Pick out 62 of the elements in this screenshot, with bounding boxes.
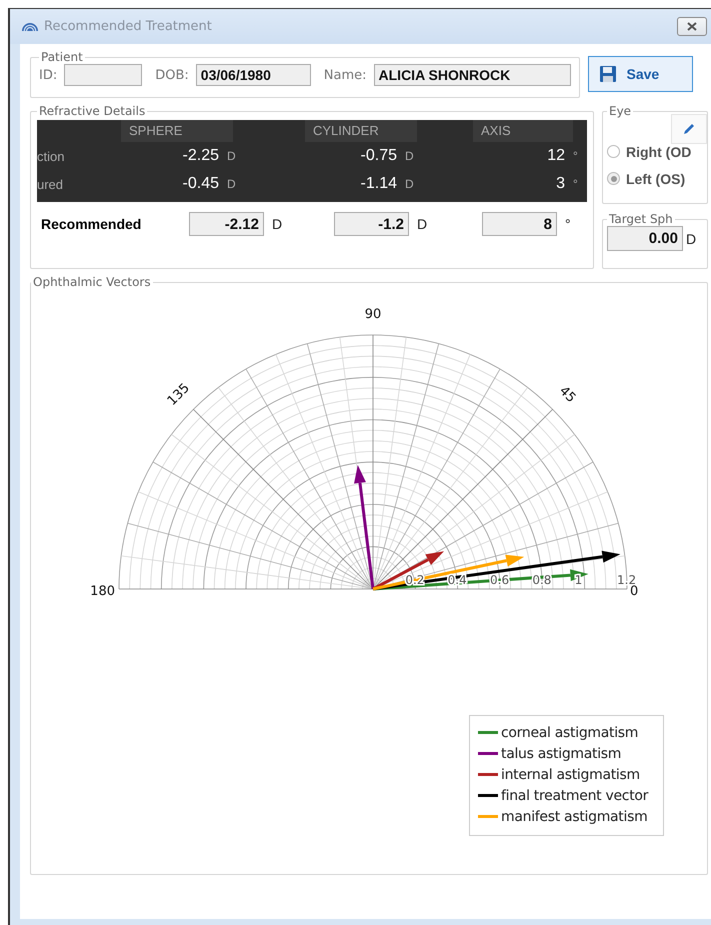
input-field[interactable]: -1.2 <box>334 212 409 236</box>
legend-label: corneal astigmatism <box>501 724 638 740</box>
pencil-icon <box>682 122 696 136</box>
table-cell: 3 <box>556 175 565 193</box>
row-label: ction <box>37 148 66 164</box>
legend-label: final treatment vector <box>501 788 648 804</box>
field-label: DOB: <box>155 68 189 82</box>
row-label: ured <box>37 176 64 192</box>
tick-label: 0.6 <box>490 573 510 587</box>
tick-label: 0 <box>630 584 638 599</box>
table-cell: -0.45 <box>182 175 219 193</box>
unit-label: D <box>686 230 696 246</box>
tick-label: 90 <box>364 306 382 322</box>
column-header: AXIS <box>473 120 573 142</box>
input-field[interactable]: 8 <box>482 212 557 236</box>
window-title: Recommended Treatment <box>44 19 213 34</box>
unit-label: ° <box>573 149 579 163</box>
unit-label: D <box>405 149 415 163</box>
tick-label: 0.2 <box>405 573 424 587</box>
column-header: SPHERE <box>121 120 233 142</box>
save-button[interactable]: Save <box>588 56 693 92</box>
recommended-label: Recommended <box>40 216 142 232</box>
unit-label: ° <box>573 177 579 191</box>
radio-option[interactable]: Right (OD <box>607 138 703 165</box>
table-cell: -1.14 <box>360 175 397 193</box>
edit-button[interactable] <box>671 114 707 144</box>
unit-label: D <box>405 177 415 191</box>
table-cell: -0.75 <box>360 147 397 165</box>
radio-button[interactable] <box>607 172 620 185</box>
legend-label: talus astigmatism <box>501 746 622 762</box>
unit-label: D <box>227 177 237 191</box>
table-cell: 12 <box>547 147 565 165</box>
radio-button[interactable] <box>607 145 620 158</box>
field-label: ID: <box>39 68 58 82</box>
tick-label: 135 <box>164 380 193 409</box>
input-field[interactable]: ALICIA SHONROCK <box>374 64 571 86</box>
legend-label: internal astigmatism <box>501 766 640 782</box>
unit-label: D <box>272 216 282 232</box>
group-title: Eye <box>608 104 632 118</box>
input-field[interactable] <box>64 64 142 86</box>
tick-label: 0.4 <box>448 573 467 587</box>
group-title: Refractive Details <box>38 104 146 118</box>
unit-label: D <box>227 149 237 163</box>
column-header: CYLINDER <box>305 120 417 142</box>
group-title: Target Sph <box>608 212 674 226</box>
input-field[interactable]: -2.12 <box>189 212 264 236</box>
unit-label: D <box>417 216 428 232</box>
table-cell: -2.25 <box>182 147 219 165</box>
input-field[interactable]: 0.00 <box>607 226 683 251</box>
field-label: Name: <box>324 68 367 82</box>
close-button[interactable] <box>677 17 707 36</box>
group-title: Ophthalmic Vectors <box>32 275 152 289</box>
input-field[interactable]: 03/06/1980 <box>196 64 311 86</box>
tick-label: 1 <box>574 573 582 587</box>
close-icon <box>687 22 697 31</box>
unit-label: ° <box>565 216 571 232</box>
tick-label: 45 <box>556 384 578 406</box>
legend-label: manifest astigmatism <box>501 808 648 824</box>
radio-option[interactable]: Left (OS) <box>607 165 703 192</box>
group-title: Patient <box>40 50 84 64</box>
app-icon <box>22 22 38 30</box>
tick-label: 180 <box>90 584 115 599</box>
